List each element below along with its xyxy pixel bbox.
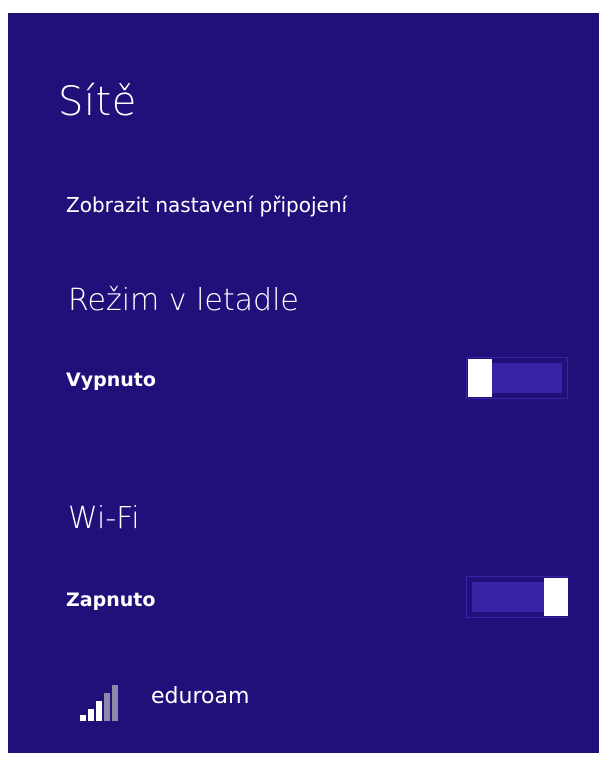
airplane-mode-toggle-thumb	[468, 359, 492, 397]
network-name: eduroam	[151, 684, 250, 709]
wifi-state: Zapnuto	[66, 589, 156, 611]
airplane-mode-state: Vypnuto	[66, 369, 156, 391]
panel-title: Sítě	[58, 79, 137, 125]
airplane-mode-toggle[interactable]	[466, 357, 568, 399]
view-connection-settings-link[interactable]: Zobrazit nastavení připojení	[66, 193, 347, 217]
airplane-mode-toggle-fill	[492, 363, 562, 393]
wifi-signal-icon	[72, 683, 132, 723]
wifi-toggle-fill	[472, 582, 544, 612]
network-item-eduroam[interactable]: eduroam	[72, 671, 312, 731]
airplane-mode-title: Režim v letadle	[68, 283, 299, 318]
wifi-title: Wi-Fi	[68, 501, 140, 536]
wifi-toggle[interactable]	[466, 576, 568, 618]
networks-panel: Sítě Zobrazit nastavení připojení Režim …	[8, 13, 599, 753]
wifi-toggle-thumb	[544, 578, 568, 616]
